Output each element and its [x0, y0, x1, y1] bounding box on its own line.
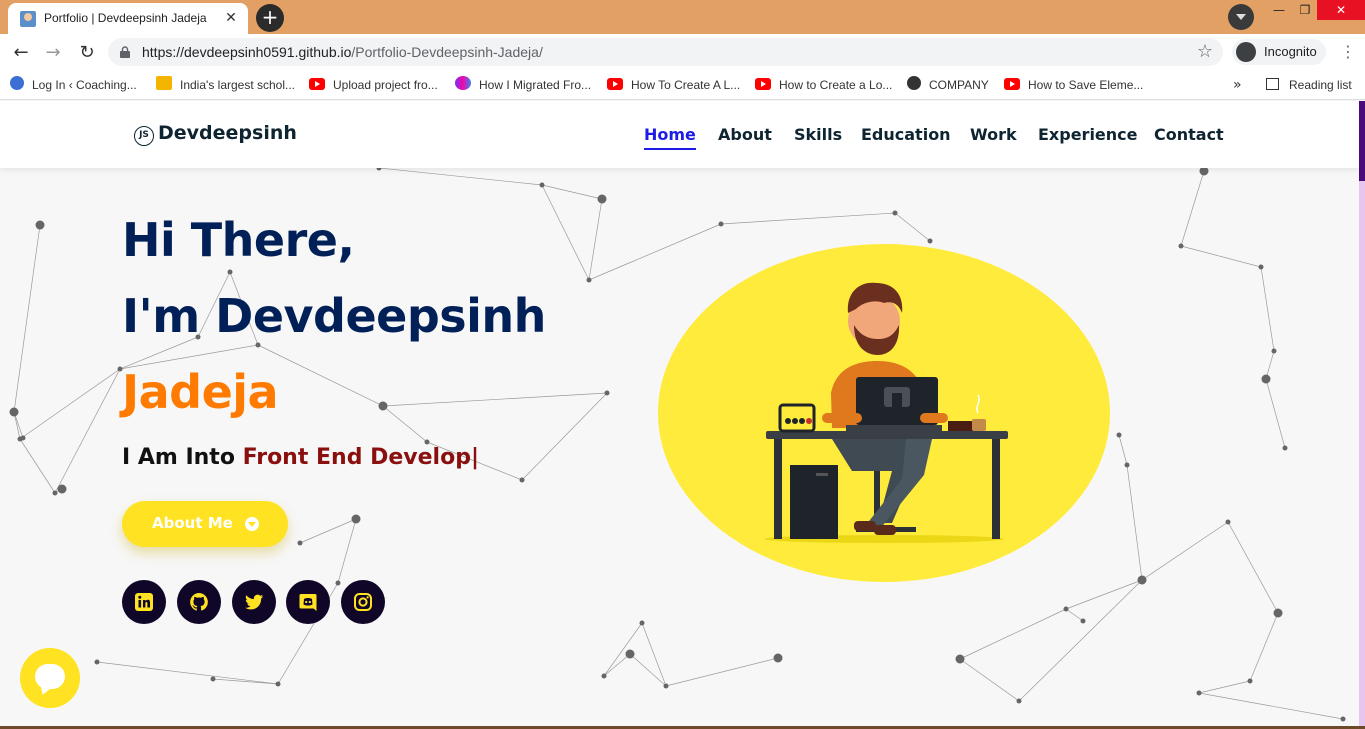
bookmark-item[interactable]: COMPANY: [907, 75, 989, 95]
about-me-label: About Me: [152, 514, 233, 532]
chat-icon: [35, 664, 65, 689]
bookmark-label: Log In ‹ Coaching...: [32, 78, 137, 92]
page-scrollbar[interactable]: [1359, 101, 1365, 729]
reading-list-icon: [1266, 78, 1279, 90]
incognito-indicator[interactable]: Incognito: [1232, 39, 1326, 65]
typing-text: I Am Into Front End Develop|: [122, 445, 479, 470]
nav-education[interactable]: Education: [861, 125, 951, 144]
youtube-icon: [1004, 78, 1020, 90]
browser-tab[interactable]: Portfolio | Devdeepsinh Jadeja ✕: [8, 3, 248, 34]
instagram-link[interactable]: [341, 580, 385, 624]
bookmark-label: India's largest schol...: [180, 78, 296, 92]
typing-word: Front End Develop|: [242, 445, 479, 470]
tab-favicon-icon: [20, 11, 36, 27]
bookmark-label: COMPANY: [929, 78, 989, 92]
address-bar[interactable]: https://devdeepsinh0591.github.io/Portfo…: [108, 38, 1223, 66]
linkedin-icon: [135, 593, 153, 611]
typing-prefix: I Am Into: [122, 445, 243, 470]
bookmark-item[interactable]: How To Create A L...: [607, 75, 740, 95]
bookmark-item[interactable]: Upload project fro...: [309, 75, 438, 95]
js-logo-icon: JS: [134, 126, 154, 146]
bookmark-item[interactable]: How I Migrated Fro...: [455, 75, 591, 95]
youtube-icon: [607, 78, 623, 90]
nav-about[interactable]: About: [718, 125, 772, 144]
linkedin-link[interactable]: [122, 580, 166, 624]
back-arrow-icon[interactable]: ←: [10, 42, 32, 64]
github-icon: [190, 593, 208, 611]
discord-icon: [299, 594, 317, 611]
graduation-icon: [156, 76, 172, 90]
bookmark-item[interactable]: Log In ‹ Coaching...: [10, 75, 137, 95]
twitter-link[interactable]: [232, 580, 276, 624]
url-text: https://devdeepsinh0591.github.io/Portfo…: [142, 44, 543, 60]
incognito-icon: [1236, 42, 1256, 62]
wordpress-icon: [10, 76, 24, 90]
reading-list-button[interactable]: Reading list: [1266, 75, 1352, 95]
nav-skills[interactable]: Skills: [794, 125, 842, 144]
developer-illustration: [658, 244, 1110, 582]
youtube-icon: [309, 78, 325, 90]
discord-link[interactable]: [286, 580, 330, 624]
reading-list-label: Reading list: [1289, 78, 1352, 92]
page-viewport: JS Devdeepsinh Home About Skills Educatio…: [0, 101, 1365, 729]
globe-icon: [907, 76, 921, 90]
instagram-icon: [354, 593, 372, 611]
bookmark-star-icon[interactable]: ☆: [1197, 42, 1213, 62]
reload-icon[interactable]: ↻: [76, 42, 98, 64]
nav-work[interactable]: Work: [970, 125, 1017, 144]
browser-tabbar: Portfolio | Devdeepsinh Jadeja ✕ + — ❐ ✕: [0, 0, 1365, 34]
new-tab-button[interactable]: +: [256, 4, 284, 32]
window-maximize-button[interactable]: ❐: [1290, 0, 1320, 20]
arrow-down-circle-icon: [245, 517, 259, 531]
hero-heading-name: Jadeja: [122, 365, 279, 419]
window-close-button[interactable]: ✕: [1317, 0, 1365, 20]
bookmark-label: Upload project fro...: [333, 78, 438, 92]
nav-experience[interactable]: Experience: [1038, 125, 1138, 144]
tab-title: Portfolio | Devdeepsinh Jadeja: [44, 11, 207, 25]
hero-heading-line2: I'm Devdeepsinh: [122, 289, 546, 343]
chat-widget-button[interactable]: [20, 648, 80, 708]
url-domain: https://devdeepsinh0591.github.io: [142, 44, 352, 60]
app-icon: [455, 76, 471, 90]
browser-toolbar: ← → ↻ https://devdeepsinh0591.github.io/…: [0, 34, 1365, 70]
github-link[interactable]: [177, 580, 221, 624]
tab-close-icon[interactable]: ✕: [222, 9, 240, 27]
logo-text: Devdeepsinh: [158, 122, 297, 144]
bookmark-label: How to Create a Lo...: [779, 78, 893, 92]
bookmark-item[interactable]: How to Save Eleme...: [1004, 75, 1143, 95]
bookmarks-bar: Log In ‹ Coaching... India's largest sch…: [0, 70, 1365, 100]
scrollbar-thumb[interactable]: [1359, 101, 1365, 181]
browser-menu-icon[interactable]: ⋮: [1338, 42, 1358, 62]
forward-arrow-icon[interactable]: →: [42, 42, 64, 64]
bookmark-item[interactable]: India's largest schol...: [156, 75, 295, 95]
nav-home[interactable]: Home: [644, 125, 696, 150]
bookmark-label: How to Save Eleme...: [1028, 78, 1144, 92]
bookmark-label: How To Create A L...: [631, 78, 741, 92]
bookmarks-more-button[interactable]: »: [1233, 75, 1242, 95]
youtube-icon: [755, 78, 771, 90]
site-header: JS Devdeepsinh Home About Skills Educatio…: [0, 101, 1359, 168]
twitter-icon: [245, 594, 263, 610]
about-me-button[interactable]: About Me: [122, 501, 288, 547]
hero-heading-line1: Hi There,: [122, 213, 355, 267]
bookmark-label: How I Migrated Fro...: [479, 78, 592, 92]
tab-search-icon[interactable]: [1228, 4, 1254, 30]
url-path: /Portfolio-Devdeepsinh-Jadeja/: [351, 44, 543, 60]
nav-contact[interactable]: Contact: [1154, 125, 1224, 144]
incognito-label: Incognito: [1264, 44, 1317, 59]
lock-icon: [120, 46, 130, 58]
bookmark-item[interactable]: How to Create a Lo...: [755, 75, 892, 95]
site-logo[interactable]: JS Devdeepsinh: [134, 122, 297, 148]
